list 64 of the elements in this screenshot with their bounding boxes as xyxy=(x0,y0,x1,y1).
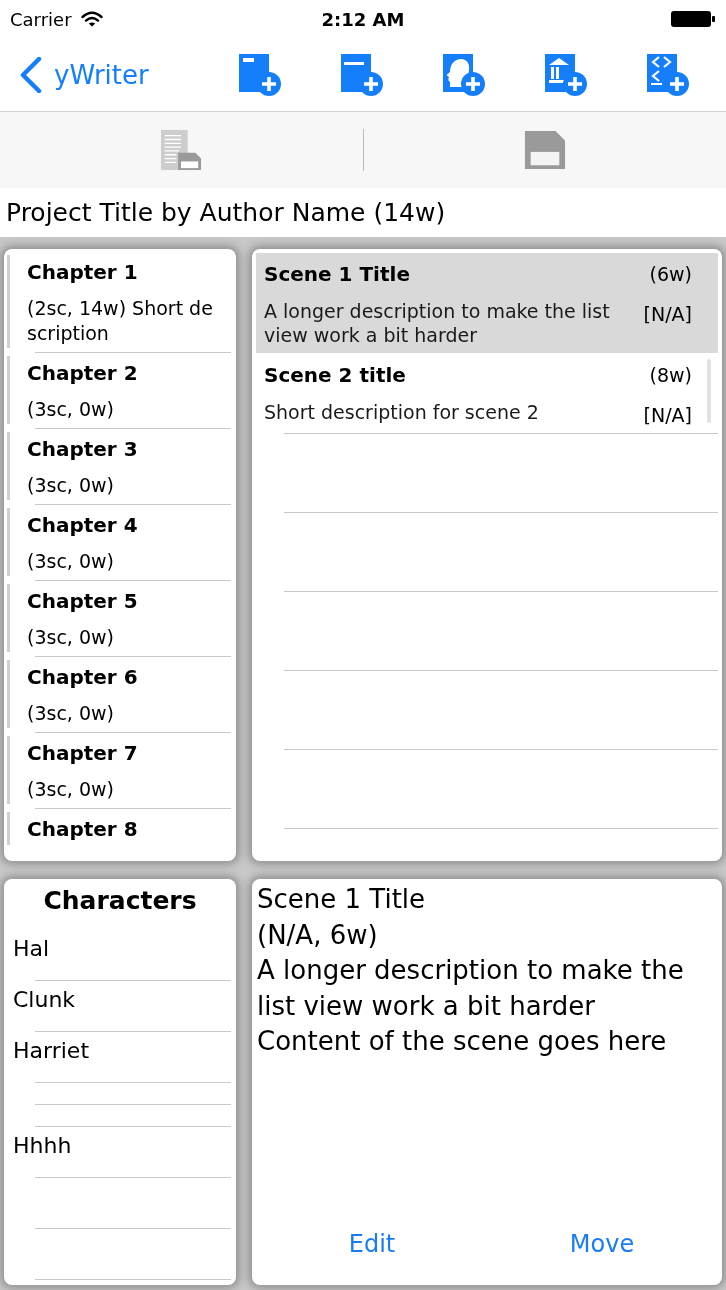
move-button[interactable]: Move xyxy=(487,1214,717,1274)
chapter-item[interactable]: Chapter 8 xyxy=(4,809,236,849)
brackets-document-plus-icon[interactable] xyxy=(646,52,690,97)
chapter-item[interactable]: Chapter 3 (3sc, 0w) xyxy=(4,429,236,504)
chapter-summary: (3sc, 0w) xyxy=(27,777,115,802)
scene-detail-title: Scene 1 Title xyxy=(257,883,427,916)
chapter-item[interactable]: Chapter 2 (3sc, 0w) xyxy=(4,353,236,428)
chapter-title: Chapter 4 xyxy=(27,512,139,539)
document-line-plus-icon[interactable] xyxy=(340,52,384,97)
chapter-summary: (3sc, 0w) xyxy=(27,549,115,574)
scene-detail-meta: (N/A, 6w) xyxy=(257,918,379,952)
character-item[interactable]: Hal xyxy=(4,930,236,980)
marker-bar-icon xyxy=(7,356,10,424)
chapter-summary: (3sc, 0w) xyxy=(27,701,115,726)
chapter-title: Chapter 1 xyxy=(27,259,139,286)
chapter-title: Chapter 5 xyxy=(27,588,139,615)
scene-detail-summary: A longer description to make the list view work a bit harder xyxy=(257,954,685,1023)
chapter-item[interactable]: Chapter 4 (3sc, 0w) xyxy=(4,505,236,580)
marker-bar-icon xyxy=(7,736,10,804)
scene-row[interactable]: Scene 2 title (8w) Short description for scene 2 [N/A] xyxy=(256,354,718,433)
edit-button[interactable]: Edit xyxy=(257,1214,487,1274)
chapter-title: Chapter 8 xyxy=(27,816,138,843)
character-item[interactable]: Harriet xyxy=(4,1032,236,1082)
chapter-item[interactable]: Chapter 1 (2sc, 14w) Short description xyxy=(4,252,236,352)
chevron-left-icon xyxy=(20,56,42,93)
scene-status: [N/A] xyxy=(643,403,692,427)
scene-summary: A longer description to make the list view work a bit harder xyxy=(264,299,611,347)
word-count: (6w) xyxy=(649,262,692,287)
marker-bar-icon xyxy=(7,508,10,576)
building-document-plus-icon[interactable] xyxy=(544,52,588,97)
characters-heading: Characters xyxy=(42,885,198,917)
marker-bar-icon xyxy=(7,660,10,728)
back-button[interactable]: yWriter xyxy=(0,56,149,93)
chapter-title: Chapter 2 xyxy=(27,360,139,387)
chapter-item[interactable]: Chapter 5 (3sc, 0w) xyxy=(4,581,236,656)
character-item[interactable]: Clunk xyxy=(4,981,236,1031)
status-time: 2:12 AM xyxy=(321,8,405,30)
document-plus-icon[interactable] xyxy=(238,52,282,97)
project-title: Project Title by Author Name (14w) xyxy=(6,198,446,227)
marker-bar-icon xyxy=(7,584,10,652)
word-count: (8w) xyxy=(649,363,692,388)
character-item[interactable]: Hhhh xyxy=(4,1127,236,1177)
chapter-item[interactable]: Chapter 6 (3sc, 0w) xyxy=(4,657,236,732)
scene-title: Scene 2 title xyxy=(264,362,406,389)
chapter-title: Chapter 7 xyxy=(27,740,139,767)
scene-detail-content: Content of the scene goes here xyxy=(257,1025,668,1058)
chapter-summary: (3sc, 0w) xyxy=(27,625,115,650)
chapter-title: Chapter 3 xyxy=(27,436,139,463)
marker-bar-icon xyxy=(7,255,10,348)
chapter-summary: (3sc, 0w) xyxy=(27,397,115,422)
chapter-title: Chapter 6 xyxy=(27,664,139,691)
marker-bar-icon xyxy=(7,812,10,845)
scene-summary: Short description for scene 2 xyxy=(264,400,540,424)
chapter-item[interactable]: Chapter 7 (3sc, 0w) xyxy=(4,733,236,808)
scene-status: [N/A] xyxy=(643,302,692,326)
battery-icon xyxy=(670,10,716,28)
profile-document-plus-icon[interactable] xyxy=(442,52,486,97)
scene-title: Scene 1 Title xyxy=(264,261,410,288)
scene-row[interactable]: Scene 1 Title (6w) A longer description to make the list view work a bit harder [N/A] xyxy=(256,253,718,353)
marker-bar-icon xyxy=(7,432,10,500)
chapter-summary: (2sc, 14w) Short description xyxy=(27,296,214,346)
wifi-icon xyxy=(80,11,103,27)
chapter-summary: (3sc, 0w) xyxy=(27,473,115,498)
carrier-name: Carrier xyxy=(10,8,72,30)
